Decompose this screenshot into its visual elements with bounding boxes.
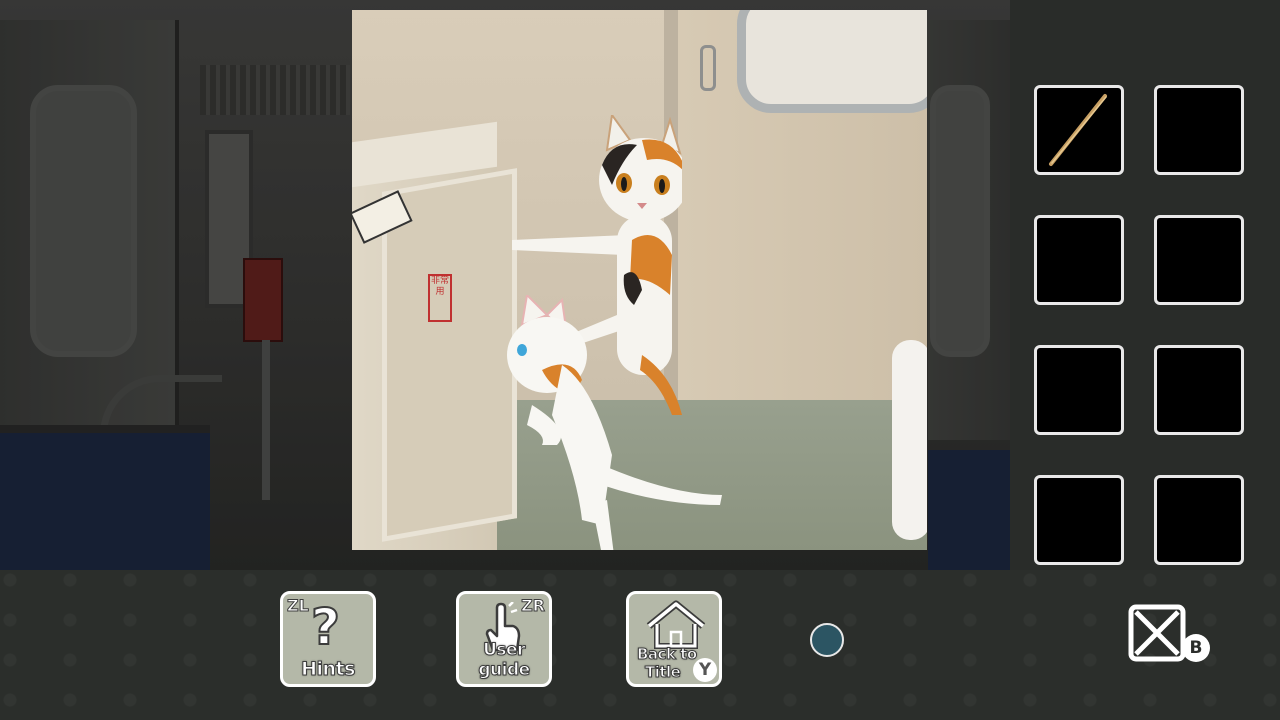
inventory-slot-5[interactable] <box>1034 345 1124 435</box>
third-cat-leg[interactable] <box>892 340 927 540</box>
inventory-slot-4[interactable] <box>1154 215 1244 305</box>
b-shortcut-badge: B <box>1182 634 1210 662</box>
emergency-sign: 非常用 <box>428 274 452 322</box>
wooden-stick-icon <box>1049 94 1107 166</box>
inventory-slot-6[interactable] <box>1154 345 1244 435</box>
close-button[interactable]: B <box>1128 604 1212 666</box>
wall-hook[interactable] <box>700 45 716 91</box>
question-mark-icon: ? <box>310 598 341 656</box>
zl-shortcut-label: ZL <box>287 596 310 616</box>
inventory-slot-8[interactable] <box>1154 475 1244 565</box>
y-shortcut-badge: Y <box>693 658 717 682</box>
inventory-slot-3[interactable] <box>1034 215 1124 305</box>
zoomed-view-panel[interactable]: 非常用 <box>352 10 927 550</box>
door-window <box>737 10 927 113</box>
hints-button[interactable]: ZL ? Hints <box>280 591 376 687</box>
user-guide-label: User guide <box>478 640 531 681</box>
white-cat[interactable] <box>502 295 722 550</box>
inventory-slot-7[interactable] <box>1034 475 1124 565</box>
inventory-slot-1[interactable] <box>1034 85 1124 175</box>
user-guide-button[interactable]: ZR User guide <box>456 591 552 687</box>
back-to-title-button[interactable]: Back to Title Y <box>626 591 722 687</box>
inventory-panel <box>1010 0 1280 570</box>
page-indicator-dot <box>810 623 844 657</box>
hints-label: Hints <box>301 658 356 681</box>
house-icon <box>646 600 706 649</box>
zr-shortcut-label: ZR <box>521 596 546 616</box>
close-box-icon <box>1128 604 1186 662</box>
inventory-slot-2[interactable] <box>1154 85 1244 175</box>
